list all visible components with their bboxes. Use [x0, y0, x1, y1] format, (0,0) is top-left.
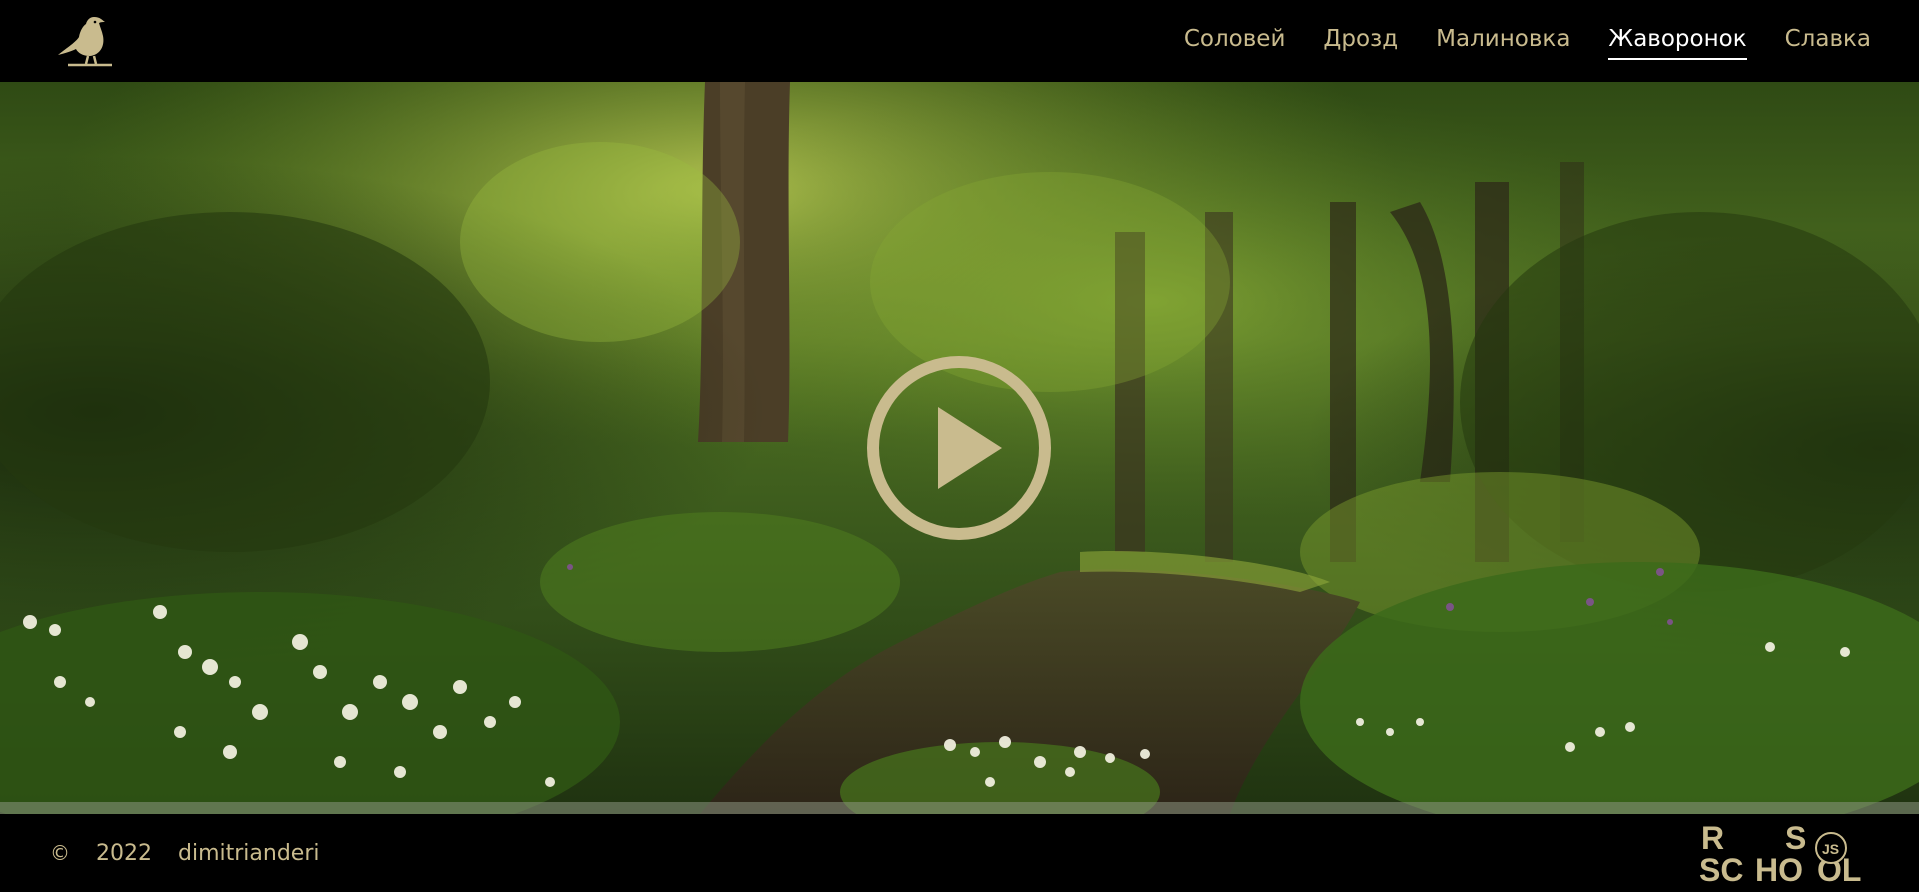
rs-logo-sc: SC	[1699, 852, 1743, 885]
rs-logo-letter-s: S	[1785, 821, 1806, 856]
rs-logo-js: JS	[1822, 841, 1839, 857]
rs-school-logo-icon[interactable]: R S SC HO OL JS	[1699, 821, 1869, 885]
copyright-year: 2022	[96, 840, 152, 866]
hero-bottom-strip	[0, 802, 1919, 814]
nav-item-nightingale[interactable]: Соловей	[1184, 22, 1286, 60]
copyright-symbol: ©	[50, 841, 70, 865]
nav-item-skylark[interactable]: Жаворонок	[1608, 22, 1747, 60]
nav-item-robin[interactable]: Малиновка	[1436, 22, 1570, 60]
site-header: Соловей Дрозд Малиновка Жаворонок Славка	[0, 0, 1919, 82]
bird-logo-icon[interactable]	[50, 11, 114, 71]
nav-item-thrush[interactable]: Дрозд	[1323, 22, 1398, 60]
author-link[interactable]: dimitrianderi	[178, 841, 320, 866]
play-icon[interactable]	[866, 355, 1052, 541]
hero-section	[0, 82, 1919, 814]
footer-credits: © 2022 dimitrianderi	[50, 841, 320, 866]
site-footer: © 2022 dimitrianderi R S SC HO OL JS	[0, 814, 1919, 892]
nav-item-warbler[interactable]: Славка	[1785, 22, 1871, 60]
main-nav: Соловей Дрозд Малиновка Жаворонок Славка	[1184, 22, 1871, 60]
rs-logo-ho: HO	[1755, 852, 1803, 885]
rs-logo-letter-r: R	[1701, 821, 1724, 856]
